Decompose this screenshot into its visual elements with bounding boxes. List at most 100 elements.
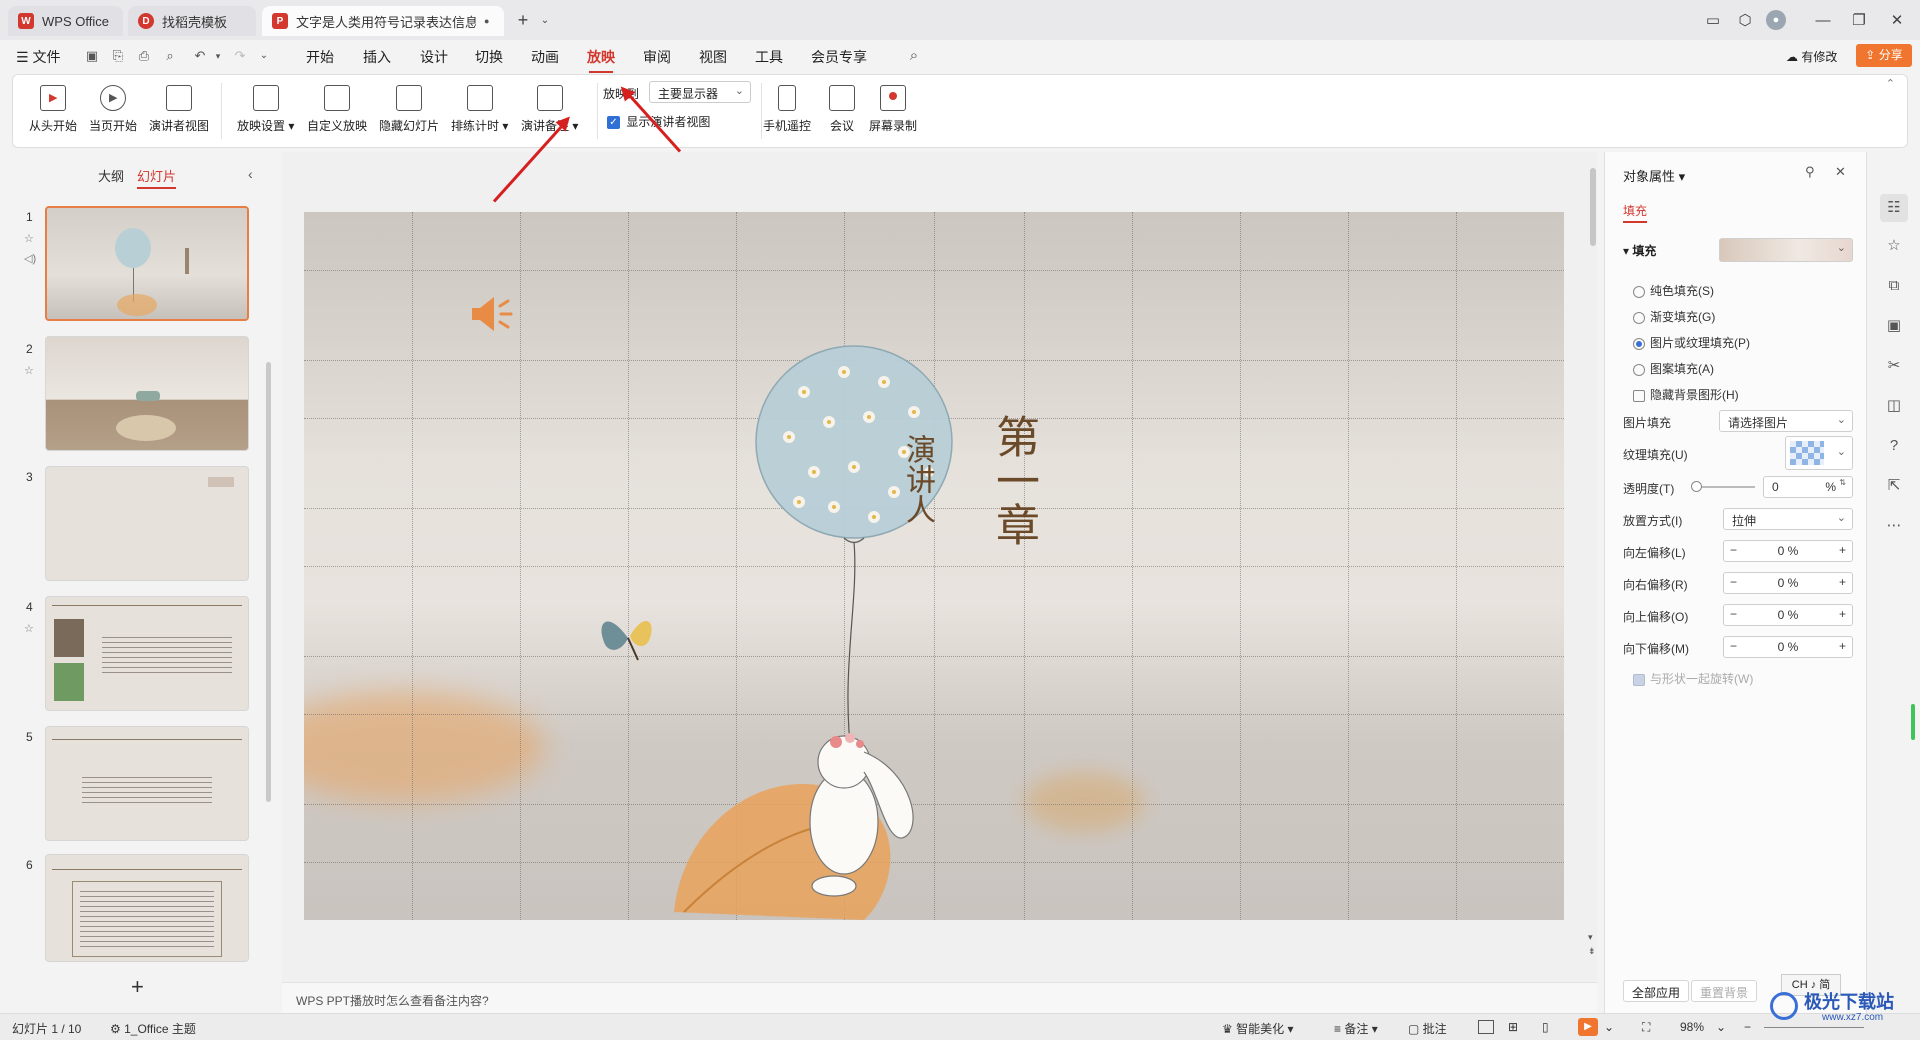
spin-icon[interactable]: ⇅ [1839,478,1846,487]
play-from-start-button[interactable]: ▶ 从头开始 [29,85,77,134]
collapse-ribbon-icon[interactable]: ⌃ [1886,77,1895,90]
undo-dropdown-icon[interactable]: ▾ [210,48,226,64]
chapter-title[interactable]: 第一章 [988,414,1039,546]
more-icon[interactable]: ⋯ [1884,516,1904,536]
slide-canvas[interactable]: 演讲人 第一章 [304,212,1564,920]
radio[interactable] [1633,363,1645,376]
radio-selected[interactable] [1633,337,1645,350]
zoom-out-icon[interactable]: − [1744,1020,1751,1034]
rehearse-timing-button[interactable]: 排练计时 ▾ [451,85,508,134]
more-quick-icon[interactable]: ⌄ [256,48,272,64]
fill-solid-option[interactable]: 纯色填充(S) [1633,282,1714,299]
play-options-chevron-icon[interactable]: ⌄ [1604,1020,1614,1034]
image-edit-icon[interactable]: ▣ [1884,316,1904,336]
media-icon[interactable]: ◫ [1884,396,1904,416]
offset-value[interactable]: 0 % [1724,640,1852,654]
new-tab-button[interactable]: + [512,10,534,30]
plus-icon[interactable]: + [1839,543,1846,557]
phone-remote-button[interactable]: 手机遥控 [763,85,811,134]
theme-indicator[interactable]: ⚙ 1_Office 主题 [110,1020,196,1037]
redo-icon[interactable]: ↷ [232,48,248,64]
tools-icon[interactable]: ✂ [1884,356,1904,376]
tab-current-document[interactable]: P 文字是人类用符号记录表达信息以 ● [262,6,504,36]
offset-value[interactable]: 0 % [1724,544,1852,558]
fill-preview-select[interactable]: ⌄ [1719,238,1853,262]
menu-insert[interactable]: 插入 [363,47,391,67]
offset-value[interactable]: 0 % [1724,576,1852,590]
export-pdf-icon[interactable]: ⎘ [110,48,126,64]
presenter-view-button[interactable]: 演讲者视图 [149,85,209,134]
offset-value[interactable]: 0 % [1724,608,1852,622]
radio[interactable] [1633,285,1645,298]
menu-home[interactable]: 开始 [306,47,334,67]
fill-section-header[interactable]: ▾ 填充 [1623,242,1656,259]
plus-icon[interactable]: + [1839,607,1846,621]
slide-thumbnail-2[interactable] [45,336,249,451]
properties-icon[interactable]: ☷ [1880,194,1908,222]
page-down-icon[interactable]: ⇟ [1588,946,1596,957]
menu-transition[interactable]: 切换 [475,47,503,67]
share-button[interactable]: ⇪ 分享 [1856,44,1912,67]
slide-thumbnail-1[interactable] [45,206,249,321]
transparency-slider[interactable] [1691,481,1755,492]
picture-fill-select[interactable]: 请选择图片 ⌄ [1719,410,1853,432]
slide-thumbnail-5[interactable] [45,726,249,841]
grid-view-icon[interactable]: ⊞ [1508,1020,1518,1034]
smart-beautify-button[interactable]: ♛ 智能美化 ▾ [1222,1020,1293,1037]
placement-select[interactable]: 拉伸 ⌄ [1723,508,1853,530]
slider-handle[interactable] [1691,481,1702,492]
star-icon[interactable]: ☆ [1884,236,1904,256]
screen-record-button[interactable]: 屏幕录制 [869,85,917,134]
slides-scrollbar[interactable] [266,362,271,802]
menu-design[interactable]: 设计 [420,47,448,67]
print-preview-icon[interactable]: ⌕ [162,48,178,64]
offset-down-stepper[interactable]: −0 % + [1723,636,1853,658]
radio[interactable] [1633,311,1645,324]
menu-slideshow[interactable]: 放映 [587,47,615,73]
checkbox-checked-icon[interactable]: ✓ [607,116,620,130]
menu-review[interactable]: 审阅 [643,47,671,67]
comments-button[interactable]: ▢ 批注 [1408,1020,1447,1037]
tab-fill[interactable]: 填充 [1623,202,1648,223]
play-current-button[interactable]: ▶ 当页开始 [89,85,137,134]
search-icon[interactable]: ⌕ [906,48,922,64]
scroll-down-icon[interactable]: ▾ [1588,932,1593,943]
file-menu[interactable]: ☰ 文件 [16,47,60,67]
add-slide-button[interactable]: + [131,974,144,1000]
normal-view-icon[interactable] [1478,1020,1494,1034]
fit-window-icon[interactable]: ⛶ [1642,1020,1650,1035]
texture-fill-select[interactable]: ⌄ [1785,436,1853,470]
plus-icon[interactable]: + [1839,575,1846,589]
transparency-input[interactable]: 0 % ⇅ [1763,476,1853,498]
rotate-with-shape-option[interactable]: 与形状一起旋转(W) [1633,670,1753,687]
collapse-panel-icon[interactable]: ‹ [248,166,253,182]
pin-icon[interactable]: ⚲ [1805,164,1815,180]
restore-icon[interactable]: ❐ [1848,10,1870,30]
undo-icon[interactable]: ↶ [192,48,208,64]
print-icon[interactable]: ⎙ [136,48,152,64]
fill-picture-option[interactable]: 图片或纹理填充(P) [1633,334,1750,351]
tab-docer-templates[interactable]: D 找稻壳模板 [128,6,256,36]
zoom-chevron-icon[interactable]: ⌄ [1716,1020,1726,1034]
menu-animation[interactable]: 动画 [531,47,559,67]
shapes-icon[interactable]: ⧉ [1884,276,1904,296]
fill-pattern-option[interactable]: 图案填充(A) [1633,360,1714,377]
play-slideshow-button[interactable]: ▶ [1578,1018,1598,1036]
cube-icon[interactable]: ⬡ [1734,10,1756,30]
show-to-select[interactable]: 主要显示器 ⌄ [649,81,751,103]
layout-icon[interactable]: ▭ [1702,10,1724,30]
tab-slides[interactable]: 幻灯片 [137,166,177,189]
minimize-icon[interactable]: — [1812,10,1834,30]
checkbox-disabled[interactable] [1633,673,1645,686]
slide-thumbnail-3[interactable] [45,466,249,581]
offset-right-stepper[interactable]: −0 % + [1723,572,1853,594]
apply-all-button[interactable]: 全部应用 [1623,980,1690,1002]
menu-member[interactable]: 会员专享 [811,47,867,67]
meeting-button[interactable]: 会议 [829,85,855,134]
tab-list-chevron-icon[interactable]: ⌄ [534,10,556,30]
notes-pane[interactable]: WPS PPT播放时怎么查看备注内容? [282,982,1597,1013]
plus-icon[interactable]: + [1839,639,1846,653]
custom-show-button[interactable]: 自定义放映 [307,85,367,134]
tab-outline[interactable]: 大纲 [98,166,124,185]
menu-view[interactable]: 视图 [699,47,727,67]
